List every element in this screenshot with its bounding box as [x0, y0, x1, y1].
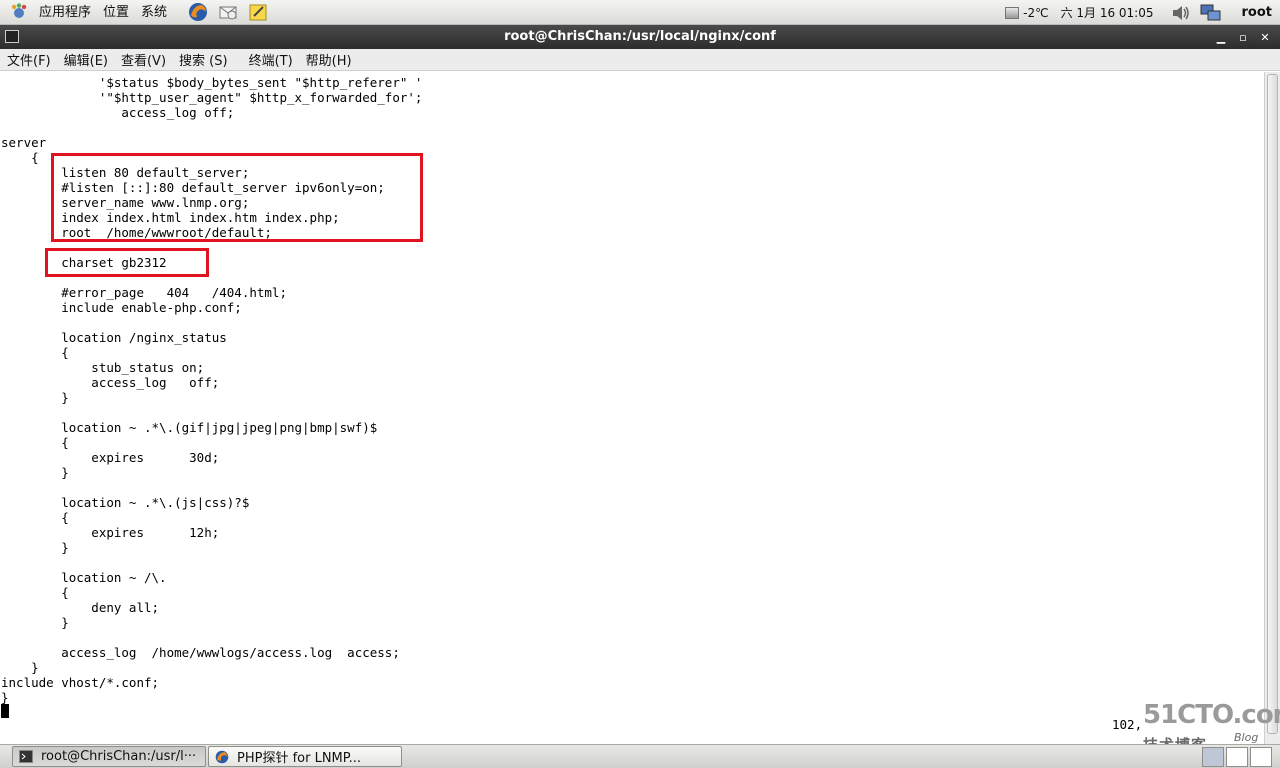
terminal-line: index index.html index.htm index.php;	[1, 210, 340, 225]
task-firefox-label: PHP探针 for LNMP...	[237, 751, 361, 766]
terminal-icon	[19, 750, 33, 764]
menu-file[interactable]: 文件(F)	[0, 50, 57, 69]
menu-terminal[interactable]: 终端(T)	[242, 50, 299, 69]
watermark-blog: Blog	[1234, 731, 1259, 744]
workspace-switcher	[1200, 747, 1272, 767]
scrollbar-thumb[interactable]	[1267, 74, 1278, 734]
terminal-menubar: 文件(F) 编辑(E) 查看(V) 搜索 (S) 终端(T) 帮助(H)	[0, 49, 1280, 71]
window-title: root@ChrisChan:/usr/local/nginx/conf	[504, 29, 776, 44]
terminal-line: location ~ .*\.(js|css)?$	[1, 495, 250, 510]
terminal-line: }	[1, 540, 69, 555]
terminal-text-area[interactable]: 102, '$status $body_bytes_sent "$http_re…	[0, 72, 1264, 744]
watermark: 51CTO.com 技术博客 Blog	[1140, 700, 1280, 754]
notes-icon[interactable]	[247, 1, 269, 23]
menu-system[interactable]: 系统	[135, 0, 173, 25]
temperature[interactable]: -2℃	[1023, 6, 1048, 20]
task-terminal-label: root@ChrisChan:/usr/l···	[41, 749, 197, 764]
firefox-icon	[215, 750, 229, 764]
clock[interactable]: 六 1月 16 01:05	[1061, 4, 1154, 21]
bottom-taskbar: root@ChrisChan:/usr/l··· PHP探针 for LNMP.…	[0, 744, 1280, 768]
terminal-line: access_log /home/wwwlogs/access.log acce…	[1, 645, 400, 660]
cursor-position: 102,	[1112, 717, 1143, 732]
terminal-line: listen 80 default_server;	[1, 165, 250, 180]
minimize-icon[interactable]: ▁	[1212, 28, 1230, 46]
window-titlebar[interactable]: root@ChrisChan:/usr/local/nginx/conf ▁ ▫…	[0, 25, 1280, 49]
task-terminal[interactable]: root@ChrisChan:/usr/l···	[12, 746, 206, 767]
terminal-line: stub_status on;	[1, 360, 205, 375]
terminal-line: location /nginx_status	[1, 330, 227, 345]
terminal-line: {	[1, 585, 69, 600]
terminal-line: }	[1, 465, 69, 480]
terminal-line: location ~ .*\.(gif|jpg|jpeg|png|bmp|swf…	[1, 420, 378, 435]
terminal-line: location ~ /\.	[1, 570, 167, 585]
terminal-line: include enable-php.conf;	[1, 300, 242, 315]
close-icon[interactable]: ✕	[1256, 28, 1274, 46]
menu-edit[interactable]: 编辑(E)	[57, 50, 114, 69]
terminal-line: access_log off;	[1, 375, 220, 390]
panel-tray: -2℃ 六 1月 16 01:05 root	[1005, 0, 1280, 25]
terminal-line: {	[1, 150, 39, 165]
terminal-line: }	[1, 615, 69, 630]
terminal-line: server	[1, 135, 47, 150]
terminal-line: {	[1, 345, 69, 360]
user-name[interactable]: root	[1242, 5, 1273, 20]
watermark-title: 51CTO.com	[1143, 700, 1280, 730]
volume-icon[interactable]	[1170, 2, 1192, 24]
terminal-scrollbar[interactable]	[1264, 72, 1280, 744]
gnome-foot-icon[interactable]	[8, 1, 30, 23]
terminal-line: charset gb2312	[1, 255, 167, 270]
text-cursor	[1, 704, 9, 718]
firefox-icon[interactable]	[187, 1, 209, 23]
maximize-icon[interactable]: ▫	[1234, 28, 1252, 46]
network-icon[interactable]	[1200, 2, 1222, 24]
menu-view[interactable]: 查看(V)	[114, 50, 172, 69]
terminal-line: #error_page 404 /404.html;	[1, 285, 287, 300]
weather-icon[interactable]	[1005, 6, 1020, 19]
terminal-line: {	[1, 510, 69, 525]
workspace-1[interactable]	[1202, 747, 1224, 767]
terminal-line: server_name www.lnmp.org;	[1, 195, 250, 210]
terminal-line: access_log off;	[1, 105, 235, 120]
terminal-line: include vhost/*.conf;	[1, 675, 160, 690]
workspace-2[interactable]	[1226, 747, 1248, 767]
menu-help[interactable]: 帮助(H)	[299, 50, 358, 69]
terminal-line: expires 12h;	[1, 525, 220, 540]
terminal-line: expires 30d;	[1, 450, 220, 465]
workspace-3[interactable]	[1250, 747, 1272, 767]
terminal-line: }	[1, 690, 9, 705]
terminal-line: deny all;	[1, 600, 160, 615]
menu-places[interactable]: 位置	[97, 0, 135, 25]
terminal-line: root /home/wwwroot/default;	[1, 225, 272, 240]
task-firefox[interactable]: PHP探针 for LNMP...	[208, 746, 402, 767]
menu-search[interactable]: 搜索 (S)	[172, 50, 234, 69]
top-panel: 应用程序 位置 系统 -2℃ 六 1月 16 01:05 root	[0, 0, 1280, 25]
terminal-line: }	[1, 390, 69, 405]
mail-icon[interactable]	[217, 1, 239, 23]
terminal-line: #listen [::]:80 default_server ipv6only=…	[1, 180, 385, 195]
terminal-line: {	[1, 435, 69, 450]
terminal-line: }	[1, 660, 39, 675]
menu-applications[interactable]: 应用程序	[33, 0, 97, 25]
terminal-line: '$status $body_bytes_sent "$http_referer…	[1, 75, 423, 90]
terminal-line: '"$http_user_agent" $http_x_forwarded_fo…	[1, 90, 423, 105]
